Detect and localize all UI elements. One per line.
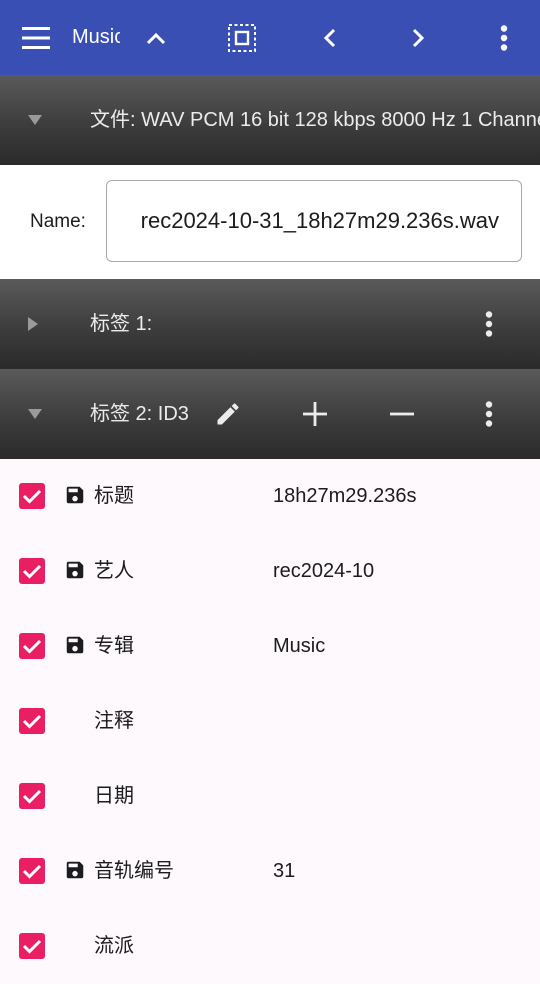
check-icon — [22, 789, 42, 804]
check-icon — [22, 639, 42, 654]
tag-field-row[interactable]: 音轨编号 31 — [0, 834, 540, 909]
save-icon — [64, 634, 86, 656]
overflow-menu-button[interactable] — [482, 0, 526, 75]
check-icon — [22, 864, 42, 879]
field-checkbox[interactable] — [19, 933, 45, 959]
field-checkbox[interactable] — [19, 708, 45, 734]
tag-field-row[interactable]: 标题 18h27m29.236s — [0, 459, 540, 534]
add-field-button[interactable] — [291, 369, 339, 459]
select-all-icon — [228, 23, 256, 52]
field-label: 音轨编号 — [94, 860, 174, 882]
field-label: 注释 — [94, 710, 134, 732]
filename-value: rec2024-10-31_18h27m29.236s.wav — [140, 208, 499, 233]
tag1-more-button[interactable] — [465, 279, 513, 369]
plus-icon — [303, 402, 327, 426]
check-icon — [22, 564, 42, 579]
tag-field-row[interactable]: 日期 — [0, 759, 540, 834]
more-vert-icon — [500, 24, 508, 51]
tag2-more-button[interactable] — [465, 369, 513, 459]
name-label: Name: — [30, 211, 86, 232]
field-checkbox[interactable] — [19, 633, 45, 659]
save-icon — [64, 484, 86, 506]
name-row: Name: rec2024-10-31_18h27m29.236s.wav — [0, 165, 540, 279]
field-value[interactable]: Music — [273, 609, 325, 684]
field-label: 艺人 — [94, 560, 134, 582]
app-title: Music — [72, 26, 120, 48]
tag-field-row[interactable]: 艺人 rec2024-10 — [0, 534, 540, 609]
field-value[interactable]: 18h27m29.236s — [273, 459, 416, 534]
field-label: 日期 — [94, 785, 134, 807]
chevron-right-icon — [412, 28, 425, 47]
tag2-label: 标签 2: ID3 — [90, 403, 189, 425]
field-checkbox[interactable] — [19, 483, 45, 509]
tag1-label: 标签 1: — [90, 313, 153, 335]
chevron-left-icon — [323, 28, 336, 47]
more-vert-icon — [485, 401, 493, 427]
more-vert-icon — [485, 311, 493, 337]
tag1-section-header[interactable]: 标签 1: — [0, 279, 540, 369]
app-bar: Music — [0, 0, 540, 75]
menu-icon — [22, 26, 50, 49]
check-icon — [22, 714, 42, 729]
file-section-header[interactable]: 文件: WAV PCM 16 bit 128 kbps 8000 Hz 1 Ch… — [0, 75, 540, 165]
tag-field-row[interactable]: 流派 — [0, 909, 540, 984]
field-checkbox[interactable] — [19, 558, 45, 584]
expand-arrow-down-icon — [28, 75, 42, 165]
save-icon — [64, 859, 86, 881]
filename-field[interactable]: rec2024-10-31_18h27m29.236s.wav — [106, 180, 522, 262]
tag2-section-header[interactable]: 标签 2: ID3 — [0, 369, 540, 459]
check-icon — [22, 489, 42, 504]
field-checkbox[interactable] — [19, 858, 45, 884]
menu-button[interactable] — [14, 0, 58, 75]
field-value[interactable]: rec2024-10 — [273, 534, 374, 609]
tag-field-row[interactable]: 专辑 Music — [0, 609, 540, 684]
file-info-label: 文件: WAV PCM 16 bit 128 kbps 8000 Hz 1 Ch… — [90, 109, 540, 131]
pencil-icon — [217, 403, 239, 425]
next-button[interactable] — [396, 0, 440, 75]
chevron-up-icon — [146, 32, 166, 44]
remove-field-button[interactable] — [378, 369, 426, 459]
tag-field-row[interactable]: 注释 — [0, 684, 540, 759]
collapse-button[interactable] — [134, 0, 178, 75]
edit-tag-button[interactable] — [204, 369, 252, 459]
previous-button[interactable] — [308, 0, 352, 75]
field-label: 标题 — [94, 485, 134, 507]
expand-arrow-right-icon — [28, 279, 38, 369]
field-value[interactable]: 31 — [273, 834, 295, 909]
select-all-button[interactable] — [220, 0, 264, 75]
field-label: 流派 — [94, 935, 134, 957]
save-icon — [64, 559, 86, 581]
field-checkbox[interactable] — [19, 783, 45, 809]
check-icon — [22, 939, 42, 954]
field-label: 专辑 — [94, 635, 134, 657]
minus-icon — [390, 412, 414, 416]
expand-arrow-down-icon — [28, 369, 42, 459]
